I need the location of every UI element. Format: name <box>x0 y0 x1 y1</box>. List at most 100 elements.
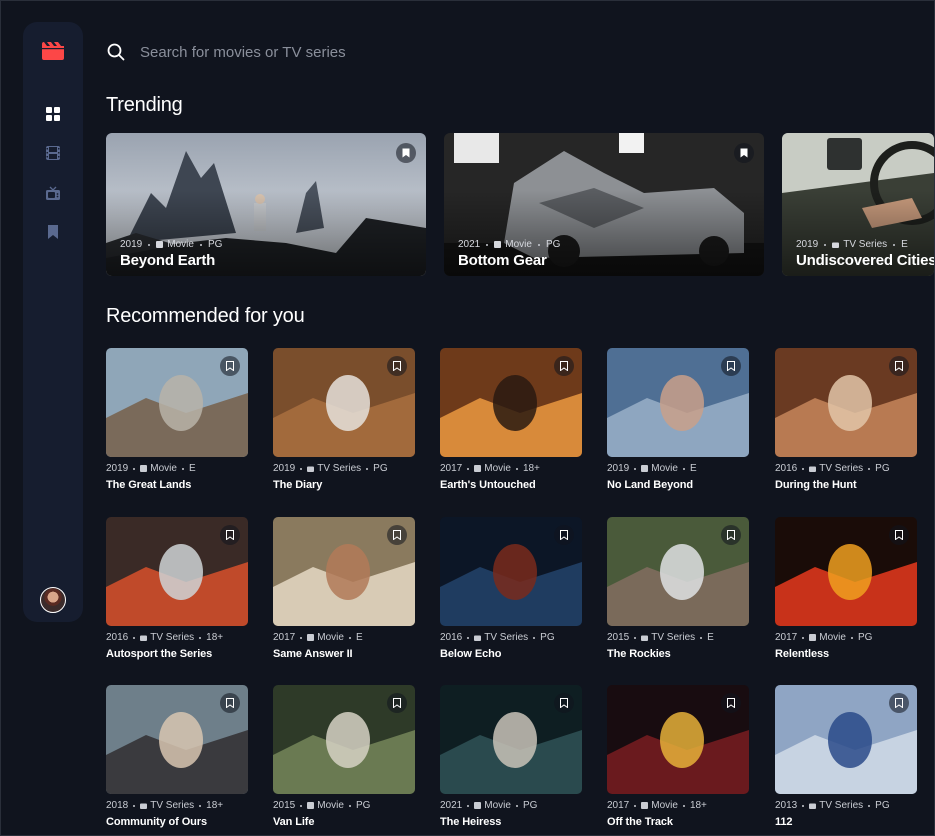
recommended-rating: E <box>689 463 697 474</box>
film-icon <box>156 241 164 248</box>
bookmark-button[interactable] <box>220 356 240 376</box>
recommended-title: The Diary <box>273 479 323 491</box>
bookmark-button[interactable] <box>554 693 574 713</box>
recommended-thumbnail[interactable] <box>106 685 248 794</box>
recommended-title: During the Hunt <box>775 479 857 491</box>
bookmark-button[interactable] <box>396 143 416 163</box>
recommended-title: Off the Track <box>607 816 673 828</box>
bookmark-button[interactable] <box>554 525 574 545</box>
trending-card[interactable]: 2019 Movie PG Beyond Earth <box>106 133 426 276</box>
recommended-category: TV Series <box>819 800 864 811</box>
recommended-thumbnail[interactable] <box>607 348 749 457</box>
trending-year: 2019 <box>120 239 143 250</box>
bookmark-icon <box>393 530 401 540</box>
separator-dot <box>467 467 470 470</box>
recommended-category: TV Series <box>150 800 195 811</box>
recommended-year: 2017 <box>273 632 296 643</box>
recommended-meta: 2015 TV Series E <box>607 632 714 643</box>
bookmark-icon <box>226 698 234 708</box>
recommended-rating: 18+ <box>689 800 707 811</box>
bookmark-button[interactable] <box>220 525 240 545</box>
trending-title: Bottom Gear <box>458 252 547 269</box>
separator-dot <box>300 467 303 470</box>
recommended-card[interactable]: 2018 TV Series 18+ Community of Ours <box>106 685 248 835</box>
bookmark-button[interactable] <box>721 693 741 713</box>
recommended-card[interactable]: 2013 TV Series PG 112 <box>775 685 917 835</box>
bookmark-button[interactable] <box>889 693 909 713</box>
recommended-thumbnail[interactable] <box>106 348 248 457</box>
separator-dot <box>515 804 518 807</box>
recommended-year: 2018 <box>106 800 129 811</box>
recommended-card[interactable]: 2015 Movie PG Van Life <box>273 685 415 835</box>
trending-year: 2021 <box>458 239 481 250</box>
recommended-thumbnail[interactable] <box>440 685 582 794</box>
recommended-thumbnail[interactable] <box>775 348 917 457</box>
recommended-thumbnail[interactable] <box>106 517 248 626</box>
recommended-title: The Rockies <box>607 648 671 660</box>
film-icon <box>641 465 649 472</box>
recommended-rating: E <box>707 632 714 643</box>
film-icon[interactable] <box>46 146 60 160</box>
recommended-thumbnail[interactable] <box>607 517 749 626</box>
recommended-thumbnail[interactable] <box>775 517 917 626</box>
recommended-card[interactable]: 2016 TV Series PG Below Echo <box>440 517 582 667</box>
recommended-thumbnail[interactable] <box>440 517 582 626</box>
bookmark-button[interactable] <box>721 525 741 545</box>
recommended-card[interactable]: 2016 TV Series 18+ Autosport the Series <box>106 517 248 667</box>
recommended-category: Movie <box>484 463 511 474</box>
tv-icon <box>140 635 148 641</box>
recommended-thumbnail[interactable] <box>440 348 582 457</box>
separator-dot <box>348 804 351 807</box>
recommended-card[interactable]: 2017 Movie 18+ Earth's Untouched <box>440 348 582 498</box>
tv-icon <box>809 803 817 809</box>
bookmark-button[interactable] <box>387 525 407 545</box>
bookmark-icon[interactable] <box>46 225 60 239</box>
recommended-card[interactable]: 2019 Movie E The Great Lands <box>106 348 248 498</box>
recommended-thumbnail[interactable] <box>273 685 415 794</box>
recommended-year: 2013 <box>775 800 798 811</box>
bookmark-button[interactable] <box>220 693 240 713</box>
separator-dot <box>802 467 805 470</box>
grid-icon[interactable] <box>46 107 60 121</box>
trending-category: Movie <box>167 239 194 250</box>
bookmark-button[interactable] <box>734 143 754 163</box>
recommended-thumbnail[interactable] <box>273 517 415 626</box>
bookmark-button[interactable] <box>387 693 407 713</box>
bookmark-button[interactable] <box>387 356 407 376</box>
recommended-thumbnail[interactable] <box>775 685 917 794</box>
logo-icon[interactable] <box>42 42 64 60</box>
recommended-card[interactable]: 2019 TV Series PG The Diary <box>273 348 415 498</box>
tv-icon[interactable] <box>46 186 60 200</box>
film-icon <box>494 241 502 248</box>
separator-dot <box>893 243 896 246</box>
recommended-year: 2016 <box>106 632 129 643</box>
recommended-title: Relentless <box>775 648 830 660</box>
search-input[interactable] <box>140 40 840 64</box>
bookmark-button[interactable] <box>554 356 574 376</box>
recommended-category: TV Series <box>150 632 195 643</box>
trending-card[interactable]: 2019 TV Series E Undiscovered Cities <box>782 133 934 276</box>
separator-dot <box>634 804 637 807</box>
separator-dot <box>199 243 202 246</box>
trending-card[interactable]: 2021 Movie PG Bottom Gear <box>444 133 764 276</box>
bookmark-button[interactable] <box>721 356 741 376</box>
separator-dot <box>467 636 470 639</box>
avatar[interactable] <box>40 587 66 613</box>
recommended-card[interactable]: 2017 Movie E Same Answer II <box>273 517 415 667</box>
trending-rating: PG <box>207 239 223 250</box>
separator-dot <box>533 636 536 639</box>
recommended-thumbnail[interactable] <box>607 685 749 794</box>
recommended-card[interactable]: 2021 Movie PG The Heiress <box>440 685 582 835</box>
tv-icon <box>307 466 315 472</box>
recommended-card[interactable]: 2017 Movie PG Relentless <box>775 517 917 667</box>
separator-dot <box>300 804 303 807</box>
recommended-thumbnail[interactable] <box>273 348 415 457</box>
bookmark-button[interactable] <box>889 356 909 376</box>
bookmark-icon <box>226 530 234 540</box>
recommended-card[interactable]: 2019 Movie E No Land Beyond <box>607 348 749 498</box>
recommended-card[interactable]: 2016 TV Series PG During the Hunt <box>775 348 917 498</box>
bookmark-button[interactable] <box>889 525 909 545</box>
recommended-card[interactable]: 2017 Movie 18+ Off the Track <box>607 685 749 835</box>
recommended-card[interactable]: 2015 TV Series E The Rockies <box>607 517 749 667</box>
separator-dot <box>133 467 136 470</box>
